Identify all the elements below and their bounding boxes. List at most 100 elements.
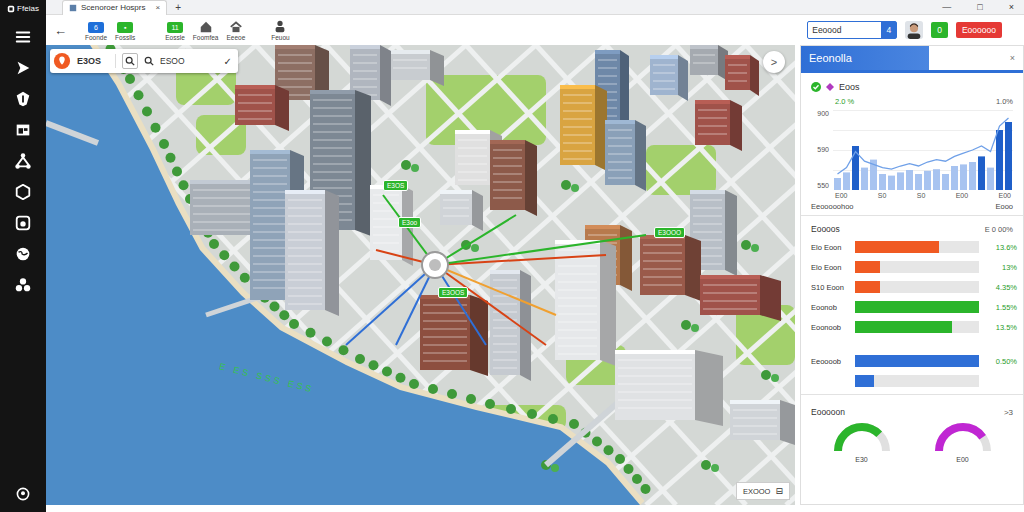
chart-bar[interactable] [897, 172, 904, 190]
chart-bar[interactable] [888, 176, 895, 190]
bar-row[interactable]: Elo Eoon13.6% [811, 240, 1017, 254]
sidebar-item[interactable] [12, 151, 34, 171]
window-icon-part [17, 125, 30, 136]
bar-row[interactable] [811, 374, 1017, 388]
tool-button[interactable]: 6Foonde [85, 22, 107, 42]
sidebar-item[interactable] [12, 89, 34, 109]
tool-button[interactable]: Eeeoe [226, 19, 245, 42]
map-legend[interactable]: EXOOO⊟ [736, 482, 790, 500]
back-button[interactable]: ← [54, 23, 67, 38]
map-illustration-part [493, 335, 517, 337]
chart-bar[interactable] [987, 168, 994, 190]
toolbar-button[interactable]: Eoooooo [956, 22, 1002, 38]
bar-track [855, 301, 979, 313]
sidebar-item[interactable] [12, 27, 34, 47]
search-button[interactable] [122, 53, 138, 69]
gauge-label: E00 [956, 456, 968, 463]
magnifier-icon [125, 56, 135, 66]
bar-row[interactable]: Eoonob1.55% [811, 300, 1017, 314]
sidebar-item[interactable] [12, 182, 34, 202]
browser-tab[interactable]: Scenoroer Hosprs× [62, 0, 167, 15]
bar-row[interactable]: Eoonoob13.5% [811, 320, 1017, 334]
metric-label: Eoos [839, 82, 860, 92]
map-tag[interactable]: E3OS [383, 180, 408, 191]
map-tag[interactable]: E3OOO [654, 227, 685, 238]
map-illustration-part [285, 190, 325, 194]
bar-row[interactable]: S10 Eoon4.35% [811, 280, 1017, 294]
sidebar-item[interactable] [12, 213, 34, 233]
map-illustration-part [253, 279, 287, 281]
chart-bar[interactable] [879, 174, 886, 190]
y-tick: 900 [817, 110, 829, 118]
chart-bar[interactable] [933, 169, 940, 190]
sidebar-item[interactable] [12, 58, 34, 78]
map-illustration-part [691, 324, 699, 332]
panel-close[interactable]: × [1010, 53, 1023, 63]
sidebar-item[interactable] [12, 484, 34, 504]
gauge-item: E00 [933, 421, 993, 463]
sidebar-item[interactable] [12, 244, 34, 264]
tool-button[interactable]: Feuou [271, 19, 289, 42]
confirm-button[interactable]: ✓ [224, 56, 232, 67]
minimize-button[interactable]: — [942, 2, 951, 12]
chart-bar[interactable] [978, 156, 985, 190]
map-illustration-part [288, 255, 322, 257]
map-illustration-part [390, 50, 430, 54]
chart-bar[interactable] [843, 172, 850, 190]
gauges-more[interactable]: >3 [1004, 408, 1013, 417]
chart-bar[interactable] [924, 171, 931, 190]
search-field[interactable]: Eeoood4 [807, 21, 897, 39]
map-illustration-part [700, 275, 760, 315]
shield-icon-part [22, 95, 24, 102]
map-illustration-part [693, 223, 722, 225]
map-illustration-part [650, 55, 678, 59]
tab-close[interactable]: × [155, 3, 160, 12]
map-illustration-part [711, 464, 719, 472]
map-illustration-part [253, 191, 287, 193]
tool-button[interactable]: Foomfea [193, 19, 219, 42]
bar-row[interactable]: Eeoooob0.50% [811, 354, 1017, 368]
chart-bar[interactable] [960, 164, 967, 190]
chart-bar[interactable] [969, 162, 976, 190]
map-illustration-part [322, 337, 332, 347]
check-circle-icon-part [811, 82, 821, 92]
avatar-icon-part [905, 21, 923, 39]
legend-toggle[interactable]: ⊟ [775, 486, 783, 496]
sidebar-item[interactable] [12, 275, 34, 295]
chart-bar[interactable] [861, 168, 868, 190]
map-tag[interactable]: E3oo [398, 217, 421, 228]
map-illustration-part [558, 265, 597, 267]
chart-bar[interactable] [906, 170, 913, 190]
gauge-row: E30E00 [801, 419, 1023, 467]
map-illustration-part [125, 74, 135, 84]
map-illustration-part [443, 215, 469, 217]
map-illustration-part [728, 64, 747, 66]
next-button[interactable]: > [763, 51, 785, 73]
maximize-button[interactable]: □ [977, 2, 982, 12]
map-illustration-part [780, 400, 795, 446]
map-illustration-part [353, 86, 377, 88]
city-map[interactable]: E3OSESOO✓>E3OSE3ooE3OOSE3OOOE ES SSS ESS… [46, 45, 795, 505]
avatar-icon[interactable] [905, 21, 923, 39]
map-illustration-part [558, 289, 597, 291]
bar-row[interactable]: Elo Eoon13% [811, 260, 1017, 274]
new-tab-button[interactable]: + [175, 2, 181, 13]
map-illustration-part [422, 252, 448, 278]
map-search-bar[interactable]: E3OSESOO✓ [50, 49, 238, 73]
cluster-icon [14, 276, 32, 294]
tool-button[interactable]: ▪Fosslls [115, 22, 135, 42]
chart-bar[interactable] [996, 130, 1003, 190]
panel-header: Eeonolla× [801, 46, 1023, 73]
chart-bar[interactable] [834, 178, 841, 190]
toolbar-button[interactable]: 0 [931, 22, 948, 38]
chart-bar[interactable] [951, 166, 958, 190]
sidebar-item[interactable] [12, 120, 34, 140]
map-tag[interactable]: E3OOS [438, 287, 468, 298]
map-illustration-part [620, 225, 632, 291]
tool-button[interactable]: 11Eossle [165, 22, 185, 42]
chart-bar[interactable] [915, 174, 922, 190]
map-illustration-part [571, 184, 579, 192]
close-button[interactable]: × [1009, 2, 1014, 12]
chart-bar[interactable] [942, 174, 949, 190]
chart-bar[interactable] [1005, 122, 1012, 190]
